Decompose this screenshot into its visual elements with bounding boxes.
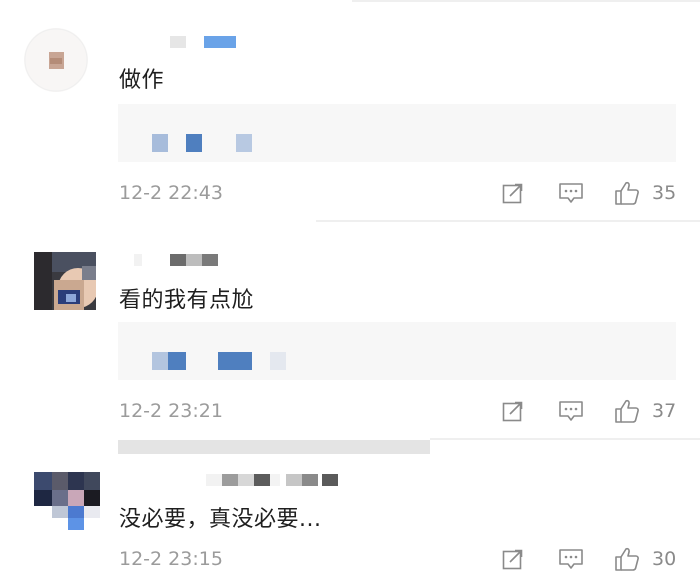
comment-text: 没必要，真没必要... (119, 507, 322, 532)
reply-button[interactable] (558, 180, 584, 206)
username[interactable] (118, 254, 238, 268)
divider (352, 0, 700, 2)
like-button[interactable] (614, 546, 640, 572)
comment-feed: 做作 12-2 22:43 35 看的我有点尬 12-2 23:21 37 没必… (0, 0, 700, 586)
comment-meta: 12-2 22:43 35 (0, 180, 700, 208)
reply-preview[interactable] (118, 104, 676, 162)
reply-button[interactable] (558, 398, 584, 424)
username[interactable] (118, 36, 258, 50)
like-button[interactable] (614, 398, 640, 424)
thumbs-up-icon (615, 181, 639, 205)
comment-meta: 12-2 23:21 37 (0, 398, 700, 426)
thumbs-up-icon (615, 547, 639, 571)
comment-time: 12-2 23:21 (119, 400, 223, 422)
forward-button[interactable] (500, 546, 526, 572)
avatar-image (24, 28, 88, 92)
reply-button[interactable] (558, 546, 584, 572)
comment-time: 12-2 22:43 (119, 182, 223, 204)
comment-meta: 12-2 23:15 30 (0, 546, 700, 574)
share-icon (502, 183, 523, 204)
comment-icon (559, 549, 583, 569)
username[interactable] (118, 474, 358, 488)
comment-time: 12-2 23:15 (119, 548, 223, 570)
forward-button[interactable] (500, 398, 526, 424)
avatar[interactable] (34, 472, 100, 530)
share-icon (502, 549, 523, 570)
comment-text: 做作 (119, 68, 165, 93)
comment-text: 看的我有点尬 (119, 288, 255, 313)
like-count: 35 (652, 182, 677, 204)
avatar-image (34, 472, 100, 530)
comment-icon (559, 183, 583, 203)
avatar[interactable] (34, 252, 96, 310)
like-count: 30 (652, 548, 677, 570)
comment-icon (559, 401, 583, 421)
divider (118, 440, 430, 454)
like-button[interactable] (614, 180, 640, 206)
reply-preview[interactable] (118, 322, 676, 380)
avatar-image (34, 252, 96, 310)
avatar[interactable] (24, 28, 88, 92)
divider (316, 220, 700, 222)
divider (430, 438, 700, 440)
like-count: 37 (652, 400, 677, 422)
thumbs-up-icon (615, 399, 639, 423)
forward-button[interactable] (500, 180, 526, 206)
share-icon (502, 401, 523, 422)
